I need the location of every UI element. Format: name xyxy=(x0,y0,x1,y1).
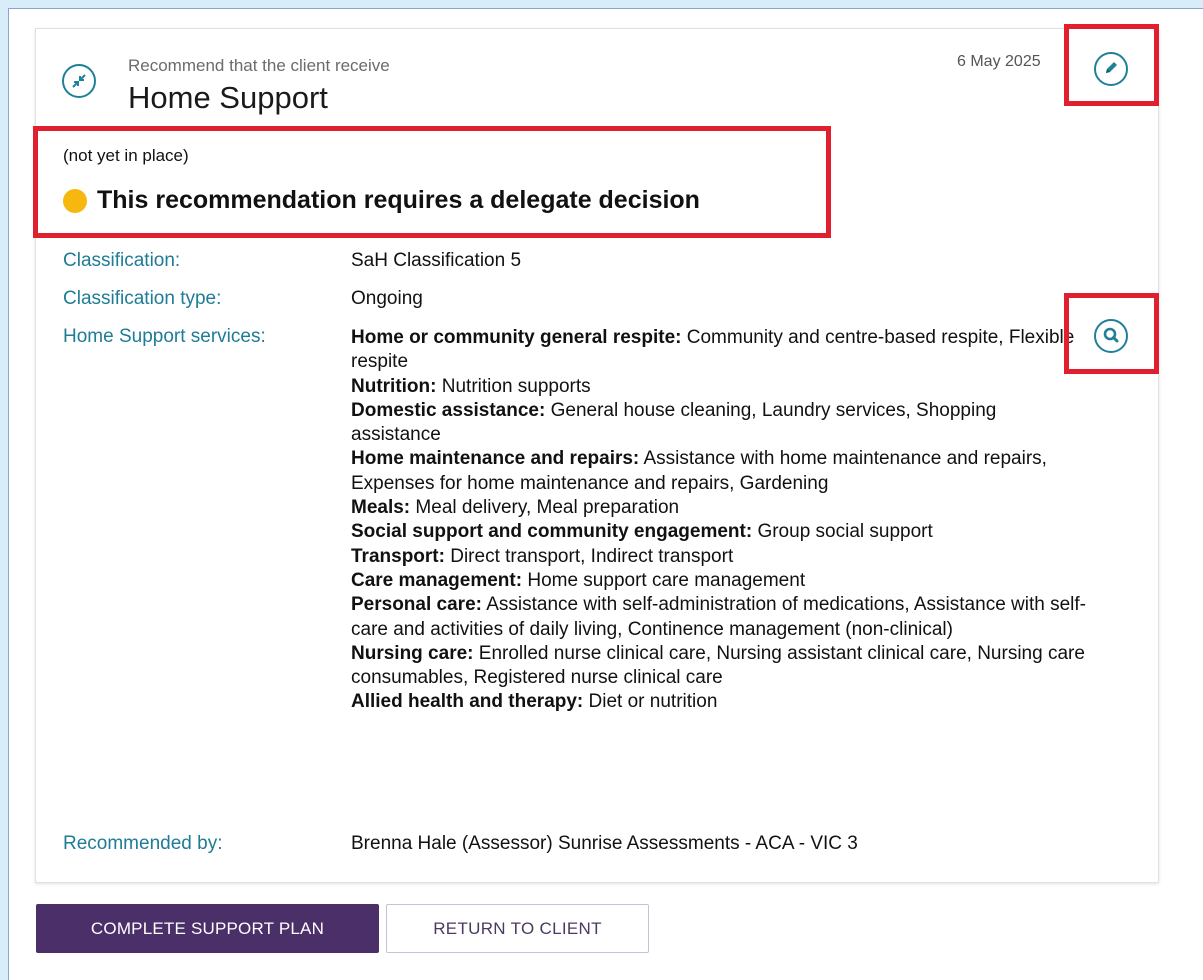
service-items: Diet or nutrition xyxy=(588,691,718,713)
service-items: Meal delivery, Meal preparation xyxy=(415,497,680,519)
service-items: Direct transport, Indirect transport xyxy=(450,545,734,567)
card-subtitle: Recommend that the client receive xyxy=(128,56,390,75)
service-item: Domestic assistance: General house clean… xyxy=(351,399,1091,448)
service-item: Social support and community engagement:… xyxy=(351,520,1091,544)
service-name: Allied health and therapy: xyxy=(351,691,584,713)
service-name: Transport: xyxy=(351,545,445,567)
service-item: Home maintenance and repairs: Assistance… xyxy=(351,447,1091,496)
service-item: Meals: Meal delivery, Meal preparation xyxy=(351,496,1091,520)
recommendation-date: 6 May 2025 xyxy=(957,53,1041,70)
return-to-client-button[interactable]: RETURN TO CLIENT xyxy=(386,904,649,953)
service-name: Domestic assistance: xyxy=(351,399,546,421)
service-name: Personal care: xyxy=(351,594,482,616)
classification-value: SaH Classification 5 xyxy=(351,250,522,271)
classification-type-value: Ongoing xyxy=(351,288,423,309)
card-title: Home Support xyxy=(128,80,328,115)
recommended-by-value: Brenna Hale (Assessor) Sunrise Assessmen… xyxy=(351,833,858,854)
delegate-decision-notice: This recommendation requires a delegate … xyxy=(63,186,700,215)
compress-arrows-icon xyxy=(62,64,96,98)
complete-support-plan-button[interactable]: COMPLETE SUPPORT PLAN xyxy=(36,904,379,953)
delegate-decision-text: This recommendation requires a delegate … xyxy=(97,186,700,214)
edit-button[interactable] xyxy=(1094,52,1128,86)
view-services-button[interactable] xyxy=(1094,319,1128,353)
service-name: Social support and community engagement: xyxy=(351,521,753,543)
service-item: Nutrition: Nutrition supports xyxy=(351,375,1091,399)
service-name: Home or community general respite: xyxy=(351,327,682,348)
status-highlight-box xyxy=(33,126,831,238)
service-item: Personal care: Assistance with self-admi… xyxy=(351,593,1091,642)
services-list: Home or community general respite: Commu… xyxy=(351,326,1091,715)
service-name: Nutrition: xyxy=(351,375,437,397)
service-item: Allied health and therapy: Diet or nutri… xyxy=(351,690,1091,714)
service-name: Nursing care: xyxy=(351,642,474,664)
service-items: Home support care management xyxy=(527,569,806,591)
status-dot-icon xyxy=(63,188,87,213)
recommended-by-label: Recommended by: xyxy=(63,833,223,854)
classification-label: Classification: xyxy=(63,250,181,271)
service-item: Nursing care: Enrolled nurse clinical ca… xyxy=(351,642,1091,691)
magnifier-icon xyxy=(1102,326,1120,347)
placement-status: (not yet in place) xyxy=(63,146,189,165)
service-item: Care management: Home support care manag… xyxy=(351,569,1091,593)
service-item: Transport: Direct transport, Indirect tr… xyxy=(351,545,1091,569)
pencil-icon xyxy=(1102,59,1120,80)
service-name: Care management: xyxy=(351,569,523,591)
service-name: Home maintenance and repairs: xyxy=(351,448,640,470)
service-items: Nutrition supports xyxy=(441,375,591,397)
service-name: Meals: xyxy=(351,497,411,519)
classification-type-label: Classification type: xyxy=(63,288,222,309)
service-items: Group social support xyxy=(757,521,933,543)
services-label: Home Support services: xyxy=(63,326,266,347)
service-item: Home or community general respite: Commu… xyxy=(351,326,1091,375)
